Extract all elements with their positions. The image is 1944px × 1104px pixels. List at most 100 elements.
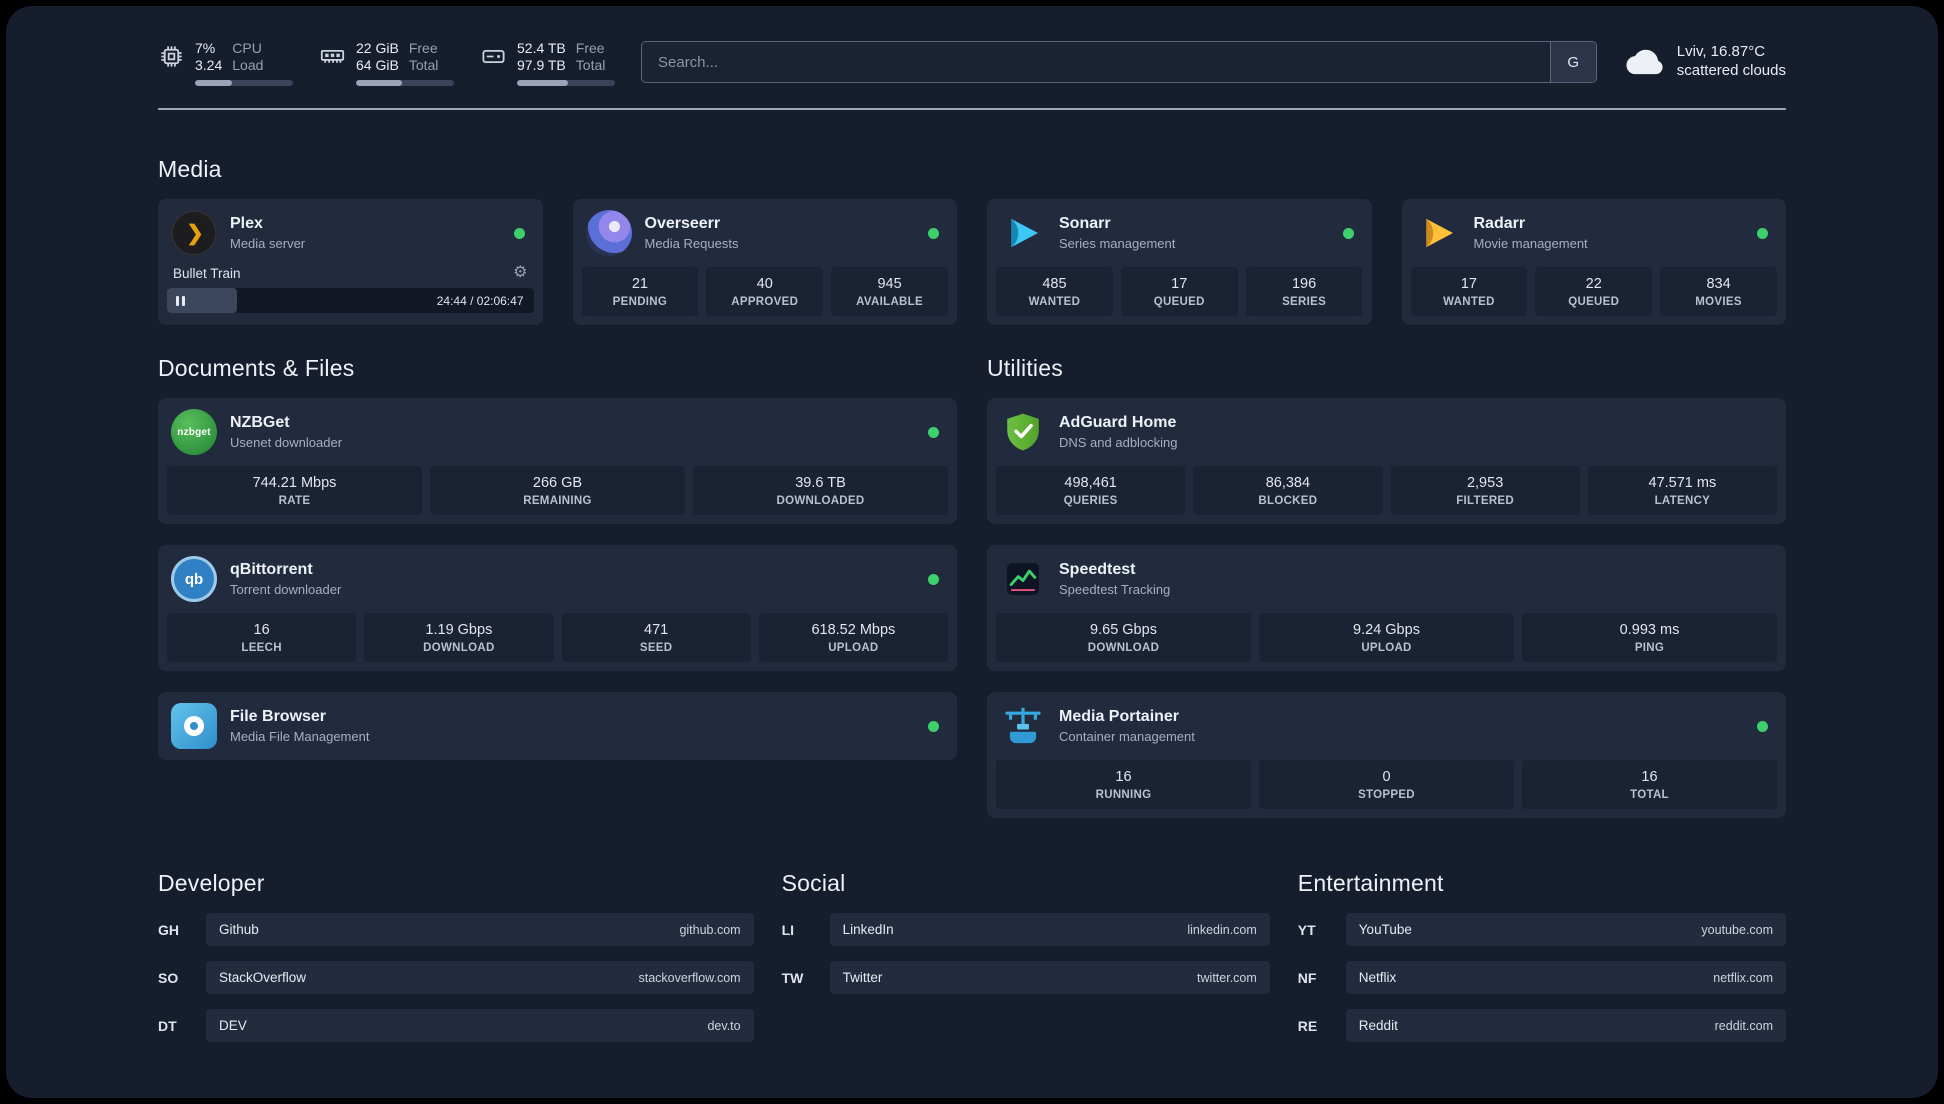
bookmark-abbr: LI [781, 921, 795, 938]
bookmark-url: github.com [679, 922, 741, 937]
stat-label: MOVIES [1695, 295, 1742, 308]
app-name: AdGuard Home [1059, 414, 1177, 431]
bookmark-link[interactable]: Github github.com [206, 913, 754, 946]
top-bar: 7% 3.24 CPU Load 22 GiB 64 GiB Free Tota… [158, 40, 1786, 86]
stat-value: 0 [1382, 768, 1391, 785]
nzbget-icon: nzbget [171, 409, 217, 455]
stat-row: 744.21 Mbps RATE 266 GB REMAINING 39.6 TB DOW… [167, 466, 948, 515]
entertainment-column: Entertainment YT YouTube youtube.com NF Netf… [1298, 818, 1786, 1042]
bookmark-link[interactable]: LinkedIn linkedin.com [829, 913, 1270, 946]
stat-value: 21 [631, 275, 648, 292]
overseerr-card[interactable]: Overseerr Media Requests 21 PENDING 40 APPR… [572, 199, 957, 325]
stat-box: 0.993 ms PING [1522, 613, 1777, 662]
bookmark-row: NF Netflix netflix.com [1298, 961, 1786, 994]
portainer-card[interactable]: Media Portainer Container management 16 R… [987, 692, 1786, 818]
pause-icon[interactable] [176, 295, 185, 306]
status-indicator [928, 573, 939, 585]
bookmark-abbr: NF [1297, 969, 1317, 986]
stat-label: SEED [639, 641, 673, 654]
stat-box: 0 STOPPED [1259, 760, 1514, 809]
qbittorrent-card[interactable]: qb qBittorrent Torrent downloader 16 LEEC… [158, 545, 957, 671]
stat-label: RATE [278, 494, 311, 507]
bookmark-link[interactable]: Twitter twitter.com [829, 961, 1270, 994]
stat-label: PENDING [612, 295, 668, 308]
bookmark-row: TW Twitter twitter.com [782, 961, 1270, 994]
filebrowser-icon [171, 703, 217, 749]
bookmark-link[interactable]: StackOverflow stackoverflow.com [206, 961, 754, 994]
stat-label: APPROVED [731, 295, 799, 308]
app-subtitle: Media server [230, 236, 306, 251]
status-indicator [928, 227, 939, 239]
media-grid: ❯ Plex Media server Bullet Train ⚙ 24:44… [158, 199, 1786, 325]
bookmark-name: StackOverflow [219, 970, 307, 985]
disk-label-2: Total [575, 57, 606, 73]
bookmark-name: YouTube [1358, 922, 1412, 937]
cpu-icon [158, 43, 185, 70]
app-subtitle: Media Requests [644, 236, 739, 251]
bookmark-row: GH Github github.com [158, 913, 754, 946]
bookmark-abbr: TW [781, 969, 804, 986]
sonarr-icon [1000, 210, 1046, 256]
filebrowser-card[interactable]: File Browser Media File Management [158, 692, 957, 760]
bookmark-row: SO StackOverflow stackoverflow.com [158, 961, 754, 994]
cloud-icon [1623, 47, 1665, 75]
ram-total: 64 GiB [356, 57, 399, 73]
stat-value: 0.993 ms [1619, 621, 1680, 638]
stat-label: BLOCKED [1258, 494, 1318, 507]
app-name: NZBGet [230, 414, 290, 431]
app-subtitle: Torrent downloader [230, 582, 342, 597]
stat-label: UPLOAD [828, 641, 879, 654]
stat-value: 2,953 [1466, 474, 1504, 491]
dashboard-app: 7% 3.24 CPU Load 22 GiB 64 GiB Free Tota… [6, 6, 1938, 1098]
nzbget-card[interactable]: nzbget NZBGet Usenet downloader 744.21 M… [158, 398, 957, 524]
app-name: Sonarr [1059, 215, 1111, 232]
stat-row: 16 RUNNING 0 STOPPED 16 TOTAL [996, 760, 1777, 809]
app-subtitle: DNS and adblocking [1059, 435, 1178, 450]
plex-card[interactable]: ❯ Plex Media server Bullet Train ⚙ 24:44… [158, 199, 543, 325]
stat-row: 17 WANTED 22 QUEUED 834 MOVIES [1410, 267, 1778, 316]
bookmark-link[interactable]: YouTube youtube.com [1345, 913, 1786, 946]
stat-label: DOWNLOADED [776, 494, 865, 507]
app-name: Speedtest [1059, 561, 1136, 578]
sonarr-card[interactable]: Sonarr Series management 485 WANTED 17 QUEU… [987, 199, 1372, 325]
bookmark-url: dev.to [707, 1018, 741, 1033]
stat-label: QUEUED [1153, 295, 1205, 308]
bookmark-abbr: GH [158, 921, 179, 938]
search-engine-button[interactable]: G [1549, 42, 1596, 82]
bookmark-url: reddit.com [1714, 1018, 1773, 1033]
search-input[interactable] [642, 42, 1550, 82]
stat-value: 16 [1641, 768, 1658, 785]
stat-value: 618.52 Mbps [811, 621, 896, 638]
stat-label: TOTAL [1630, 788, 1669, 801]
stat-row: 21 PENDING 40 APPROVED 945 AVAILABLE [581, 267, 949, 316]
stat-box: 1.19 Gbps DOWNLOAD [364, 613, 554, 662]
weather-widget[interactable]: Lviv, 16.87°C scattered clouds [1623, 42, 1786, 80]
adguard-card[interactable]: AdGuard Home DNS and adblocking 498,461 Q… [987, 398, 1786, 524]
stat-box: 196 SERIES [1245, 267, 1363, 316]
social-column: Social LI LinkedIn linkedin.com TW Twitter tw… [782, 818, 1270, 994]
stat-value: 17 [1171, 275, 1188, 292]
stat-row: 498,461 QUERIES 86,384 BLOCKED 2,953 FILTERED… [996, 466, 1777, 515]
app-subtitle: Series management [1059, 236, 1176, 251]
bookmark-link[interactable]: Netflix netflix.com [1345, 961, 1786, 994]
stat-label: STOPPED [1358, 788, 1415, 801]
bookmark-link[interactable]: Reddit reddit.com [1345, 1009, 1786, 1042]
stat-box: 2,953 FILTERED [1390, 466, 1580, 515]
stat-box: 16 LEECH [167, 613, 357, 662]
bookmark-url: twitter.com [1197, 970, 1257, 985]
stat-value: 40 [756, 275, 773, 292]
speedtest-card[interactable]: Speedtest Speedtest Tracking 9.65 Gbps DO… [987, 545, 1786, 671]
bookmark-link[interactable]: DEV dev.to [206, 1009, 754, 1042]
radarr-card[interactable]: Radarr Movie management 17 WANTED 22 QUEUED… [1401, 199, 1786, 325]
stat-label: DOWNLOAD [423, 641, 495, 654]
ram-usage-bar [356, 80, 454, 86]
status-indicator [1342, 227, 1354, 239]
bookmark-name: Reddit [1358, 1018, 1398, 1033]
section-title-documents: Documents & Files [158, 355, 355, 381]
cpu-usage-bar [195, 80, 293, 86]
ram-label-2: Total [408, 57, 439, 73]
stat-box: 17 QUEUED [1120, 267, 1238, 316]
settings-gear-icon[interactable]: ⚙ [513, 265, 527, 281]
plex-player-bar[interactable]: 24:44 / 02:06:47 [167, 288, 534, 313]
utilities-column: Utilities AdGuard Home DNS and adblockin… [987, 325, 1786, 818]
